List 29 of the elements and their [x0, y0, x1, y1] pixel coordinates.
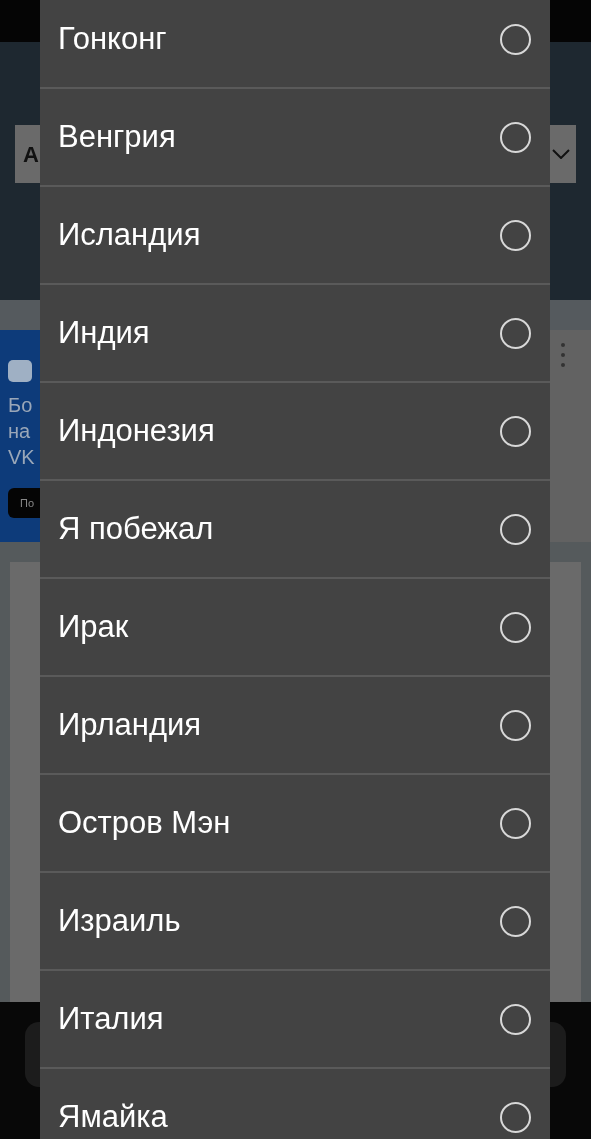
dropdown-option[interactable]: Исландия	[40, 187, 550, 285]
dropdown-option[interactable]: Ямайка	[40, 1069, 550, 1139]
dropdown-option[interactable]: Остров Мэн	[40, 775, 550, 873]
dropdown-option[interactable]: Италия	[40, 971, 550, 1069]
dropdown-option[interactable]: Венгрия	[40, 89, 550, 187]
radio-button[interactable]	[500, 513, 531, 545]
radio-button[interactable]	[500, 219, 531, 251]
chevron-down-icon	[552, 149, 570, 159]
dropdown-option[interactable]: Индонезия	[40, 383, 550, 481]
radio-button[interactable]	[500, 1003, 531, 1035]
radio-button[interactable]	[500, 23, 531, 55]
dropdown-option[interactable]: Я побежал	[40, 481, 550, 579]
radio-button[interactable]	[500, 1101, 531, 1133]
ad-text: на	[8, 419, 32, 444]
radio-button[interactable]	[500, 317, 531, 349]
radio-button[interactable]	[500, 415, 531, 447]
dropdown-option[interactable]: Гонконг	[40, 0, 550, 89]
dropdown-option[interactable]: Ирак	[40, 579, 550, 677]
dropdown-option[interactable]: Ирландия	[40, 677, 550, 775]
radio-button[interactable]	[500, 905, 531, 937]
dropdown-option[interactable]: Израиль	[40, 873, 550, 971]
dropdown-option[interactable]: Индия	[40, 285, 550, 383]
radio-button[interactable]	[500, 807, 531, 839]
radio-button[interactable]	[500, 709, 531, 741]
vk-logo-icon	[8, 360, 32, 382]
ad-text: Бо	[8, 393, 34, 418]
ad-text: VK	[8, 445, 36, 470]
radio-button[interactable]	[500, 121, 531, 153]
radio-button[interactable]	[500, 611, 531, 643]
